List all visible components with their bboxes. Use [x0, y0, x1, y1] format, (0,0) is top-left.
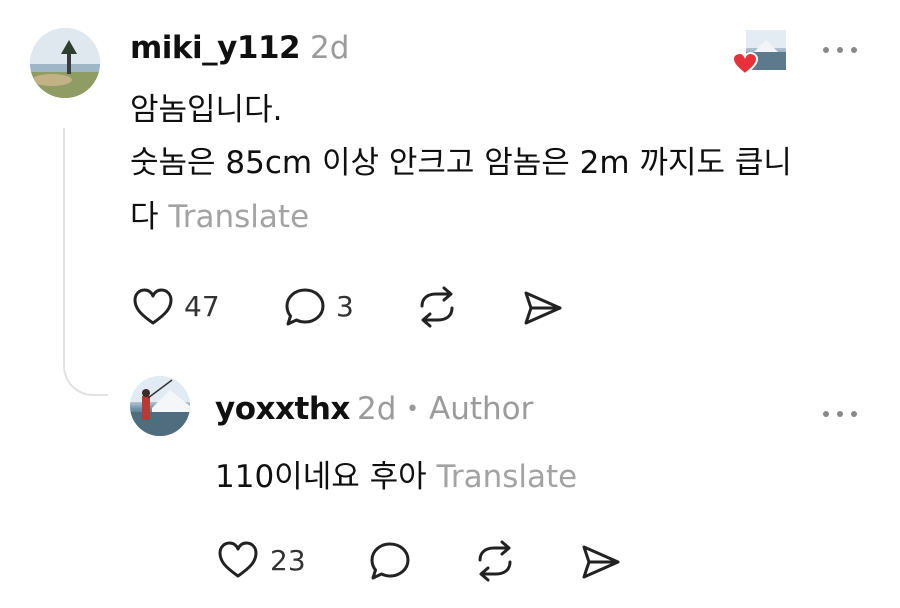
reply-count: 3 [336, 290, 354, 323]
username[interactable]: yoxxthx [215, 391, 350, 427]
comment-text-line-last: 다 Translate [130, 202, 309, 233]
author-badge: Author [429, 391, 534, 427]
separator-dot: • [406, 397, 419, 422]
more-options-icon[interactable] [822, 400, 860, 425]
comment-icon[interactable] [368, 540, 412, 586]
translate-link[interactable]: Translate [436, 459, 577, 495]
like-count: 23 [270, 544, 306, 577]
heart-icon[interactable] [132, 287, 174, 331]
repost-icon[interactable] [472, 540, 518, 586]
heart-icon[interactable] [217, 540, 259, 584]
username[interactable]: miki_y112 [130, 30, 301, 66]
comment-text: 110이네요 후아 [215, 459, 427, 495]
like-count: 47 [184, 290, 220, 323]
timestamp: 2d [357, 391, 397, 427]
repost-icon[interactable] [414, 286, 460, 332]
avatar[interactable] [30, 28, 100, 98]
share-icon[interactable] [578, 542, 622, 586]
share-icon[interactable] [520, 288, 564, 332]
avatar[interactable] [130, 376, 190, 436]
comment-icon[interactable] [283, 286, 327, 332]
timestamp: 2d [310, 30, 350, 66]
comment-text: 다 [130, 199, 159, 235]
comment-text-line: 암놈입니다. [130, 92, 283, 128]
translate-link[interactable]: Translate [168, 199, 309, 235]
heart-badge-icon [731, 51, 759, 80]
comment-text-line: 110이네요 후아 Translate [215, 462, 577, 493]
comment-text-line: 숫놈은 85cm 이상 안크고 암놈은 2m 까지도 큽니 [130, 145, 792, 181]
more-options-icon[interactable] [822, 36, 860, 61]
thread-connector [63, 128, 108, 396]
